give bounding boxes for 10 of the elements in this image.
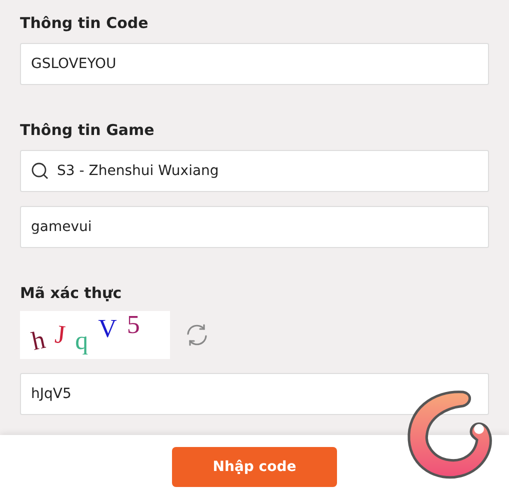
section-heading: Mã xác thực <box>20 284 123 302</box>
input-field[interactable]: GSLOVEYOU <box>20 43 489 85</box>
captcha-image: h J q V 5 <box>20 311 170 359</box>
section-heading: Thông tin Code <box>20 14 150 32</box>
search-icon <box>31 162 49 180</box>
server-field[interactable]: S3 - Zhenshui Wuxiang <box>20 150 489 192</box>
section-heading: Thông tin Game <box>20 121 156 139</box>
refresh-icon[interactable] <box>184 323 210 347</box>
input-field[interactable]: hJqV5 <box>20 373 489 415</box>
input-field[interactable]: gamevui <box>20 206 489 248</box>
